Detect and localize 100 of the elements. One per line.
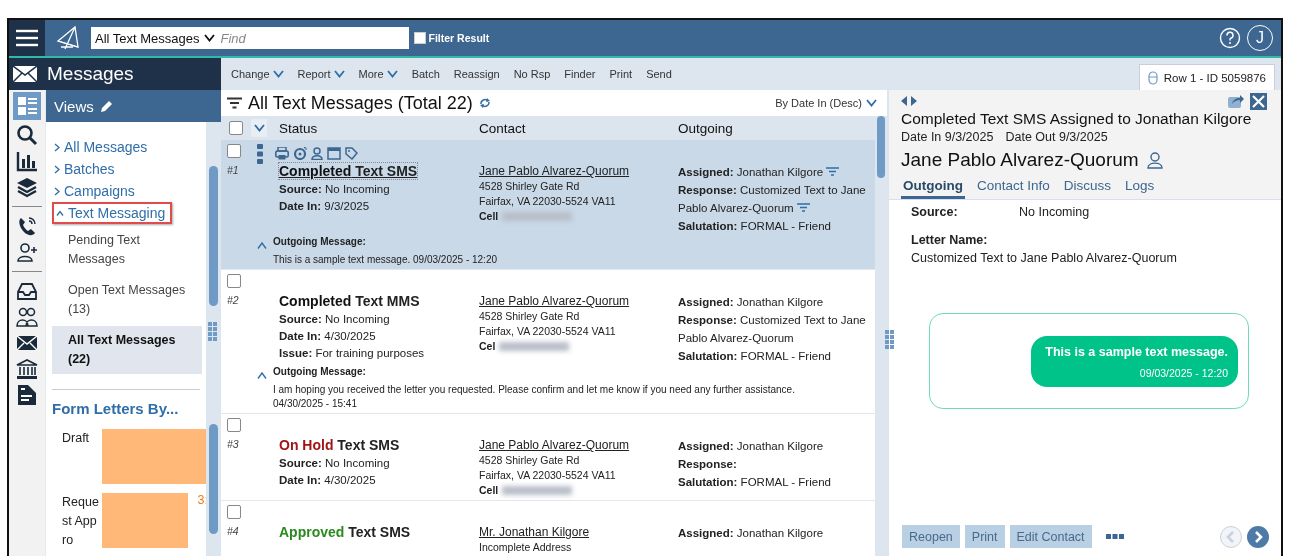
collapse-caret-icon[interactable]: [257, 242, 267, 249]
field-value: Customized Text to Jane Pablo Alvarez-Quorum: [911, 251, 1178, 265]
filter-result-label: Filter Result: [428, 32, 490, 44]
chevron-down-icon: [253, 124, 265, 132]
status-field: Source: No Incoming: [279, 311, 479, 328]
outgoing-field: Response:: [678, 455, 875, 473]
row-number: #2: [227, 294, 240, 306]
contact-link[interactable]: Jane Pablo Alvarez-Quorum: [479, 163, 630, 179]
date-in: Date In 9/3/2025: [901, 130, 994, 144]
contact-link[interactable]: Mr. Jonathan Kilgore: [479, 524, 590, 540]
action-button[interactable]: Print: [964, 525, 1005, 548]
resize-handle-icon[interactable]: [208, 322, 217, 342]
tab[interactable]: Logs: [1123, 176, 1157, 199]
tree-item[interactable]: Open Text Messages (13): [52, 276, 202, 324]
contact-link[interactable]: Jane Pablo Alvarez-Quorum: [479, 437, 630, 453]
tree-item[interactable]: Text Messaging: [52, 202, 173, 224]
tree-item[interactable]: All Text Messages (22): [52, 326, 202, 374]
edit-pencil-icon[interactable]: [99, 99, 113, 113]
column-header[interactable]: Outgoing: [678, 120, 875, 136]
status-title[interactable]: Completed Text MMS: [279, 293, 420, 309]
status-field: Source: No Incoming: [279, 455, 479, 472]
row-checkbox[interactable]: [227, 505, 241, 519]
toolbar-button[interactable]: Print: [603, 58, 641, 90]
cell-label: Cell: [479, 483, 499, 498]
scrollbar-thumb[interactable]: [877, 116, 885, 178]
toolbar-button[interactable]: Change: [225, 58, 292, 90]
scrollbar-thumb[interactable]: [209, 166, 218, 306]
select-menu-button[interactable]: [251, 119, 267, 137]
cell-label: Cell: [479, 209, 499, 224]
row-number: #4: [227, 525, 240, 537]
gear-icon[interactable]: [293, 147, 307, 160]
scrollbar-thumb[interactable]: [209, 424, 218, 534]
person-icon[interactable]: [311, 147, 323, 160]
window-icon[interactable]: [327, 147, 341, 160]
status-title[interactable]: Approved Text SMS: [279, 524, 411, 540]
views-title: Views: [54, 97, 94, 115]
resize-handle-icon[interactable]: [885, 330, 894, 350]
outgoing-field: Assigned: Jonathan Kilgore: [678, 293, 875, 311]
address-line: Fairfax, VA 22030-5524 VA11: [479, 194, 617, 209]
message-row[interactable]: [221, 140, 875, 270]
contact-link[interactable]: Jane Pablo Alvarez-Quorum: [479, 293, 630, 309]
toolbar-button[interactable]: Send: [640, 58, 680, 90]
row-checkbox[interactable]: [227, 418, 241, 432]
filter-result-checkbox[interactable]: [413, 32, 426, 44]
action-button[interactable]: Edit Contact: [1009, 525, 1092, 548]
help-icon[interactable]: [1219, 27, 1241, 49]
status-title[interactable]: Completed Text SMS: [279, 163, 418, 179]
outgoing-field: Response: Customized Text to Jane Pablo Alvarez-Quorum: [678, 181, 875, 217]
toolbar-button[interactable]: No Rsp: [507, 58, 559, 90]
toolbar-button[interactable]: More: [352, 58, 406, 90]
search-field[interactable]: Find: [218, 27, 409, 49]
more-icon[interactable]: [1105, 534, 1124, 539]
column-header[interactable]: Contact: [479, 120, 678, 136]
record-tab[interactable]: Row 1 - ID 5059876: [1138, 64, 1275, 90]
filter-icon[interactable]: [227, 97, 242, 109]
message-text: I am hoping you received the letter you requested. Please confirm and let me know if you need any further assistance. 04/30/2025 - 15:41: [273, 383, 796, 411]
menu-icon[interactable]: [16, 29, 38, 47]
toolbar-button[interactable]: Finder: [558, 58, 604, 90]
list-title: All Text Messages (Total 22): [248, 92, 473, 114]
row-checkbox[interactable]: [227, 144, 241, 158]
bar-value: 3:: [197, 493, 206, 507]
tag-icon[interactable]: [345, 147, 358, 160]
drag-handle-icon[interactable]: [257, 143, 263, 164]
tree-item[interactable]: Pending Text Messages: [52, 226, 202, 274]
collapse-caret-icon[interactable]: [257, 372, 267, 379]
tree-item[interactable]: Batches: [52, 158, 120, 180]
next-button[interactable]: [1247, 525, 1269, 548]
status-field: Date In: 4/30/2025: [279, 328, 479, 345]
refresh-icon[interactable]: [478, 98, 491, 108]
redacted-phone: [499, 342, 570, 351]
address-line: Fairfax, VA 22030-5524 VA11: [479, 468, 617, 483]
close-icon[interactable]: [1250, 92, 1267, 110]
field-value: No Incoming: [1019, 205, 1091, 219]
address-line: 4528 Shirley Gate Rd: [479, 179, 581, 194]
column-header[interactable]: Status: [279, 120, 479, 136]
select-all-checkbox[interactable]: [229, 121, 243, 135]
expand-arrows-icon[interactable]: [901, 96, 917, 106]
tab[interactable]: Contact Info: [975, 176, 1052, 199]
tab[interactable]: Outgoing: [901, 176, 965, 199]
filter-icon: [796, 203, 810, 212]
tree-item[interactable]: Campaigns: [52, 180, 140, 202]
cell-label: Cel: [479, 339, 496, 354]
action-button[interactable]: Reopen: [902, 525, 960, 548]
share-icon[interactable]: [1228, 94, 1244, 108]
toolbar-button[interactable]: Batch: [405, 58, 448, 90]
view-dropdown[interactable]: All Text Messages: [91, 27, 219, 49]
status-title[interactable]: On Hold Text SMS: [279, 437, 400, 453]
redacted-phone: [502, 486, 573, 495]
tree-item[interactable]: All Messages: [52, 136, 153, 158]
message-text: This is a sample text message. 09/03/2025 - 12:20: [273, 253, 499, 267]
toolbar-button[interactable]: Report: [291, 58, 353, 90]
printer-icon[interactable]: [275, 147, 289, 160]
tab[interactable]: Discuss: [1061, 176, 1114, 199]
person-icon[interactable]: [1146, 151, 1163, 169]
row-checkbox[interactable]: [227, 274, 241, 288]
bar-label: Request Appro: [61, 494, 100, 548]
status-field: Issue: For training purposes: [279, 345, 479, 362]
message-label: Outgoing Message:: [273, 235, 367, 249]
sort-dropdown[interactable]: By Date In (Desc): [775, 97, 877, 109]
toolbar-button[interactable]: Reassign: [447, 58, 508, 90]
